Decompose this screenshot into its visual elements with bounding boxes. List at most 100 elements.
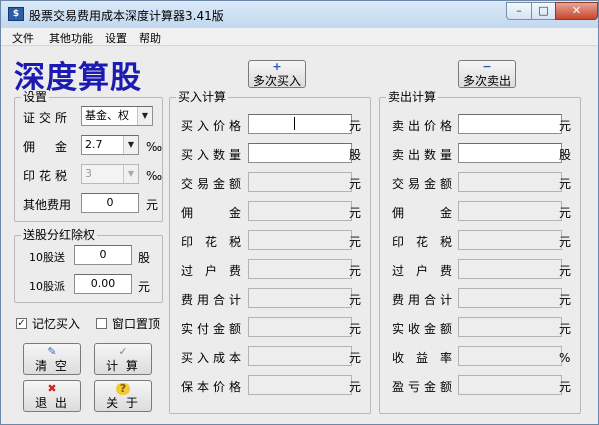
maximize-icon: □	[538, 4, 549, 17]
buy-row-label: 佣金	[181, 206, 241, 220]
buy-row-unit: 元	[349, 235, 362, 249]
sell-row-input	[458, 230, 562, 250]
buy-row-label: 印花税	[181, 235, 241, 249]
exit-button-label: 退 出	[35, 396, 69, 410]
sell-row-label: 过户费	[392, 264, 452, 278]
calculate-button[interactable]: ✓ 计 算	[94, 343, 152, 375]
menu-settings[interactable]: 设置	[105, 30, 127, 46]
buy-row-input	[248, 375, 352, 395]
menu-help[interactable]: 帮助	[139, 30, 161, 46]
sell-row-input	[458, 288, 562, 308]
commission-unit: ‰	[146, 140, 163, 154]
minus-icon: −	[482, 60, 492, 73]
buy-row-unit: 股	[349, 148, 362, 162]
buy-row-input	[248, 317, 352, 337]
buy-calc-title: 买入计算	[176, 90, 229, 104]
cash-dividend-input[interactable]: 0.00	[74, 274, 132, 294]
multi-buy-button-label: 多次买入	[252, 74, 301, 88]
sell-calc-title: 卖出计算	[386, 90, 439, 104]
sell-row-label: 实收金额	[392, 322, 452, 336]
buy-row-input	[248, 259, 352, 279]
window-topmost-checkbox[interactable]	[96, 318, 107, 329]
maximize-button[interactable]: □	[531, 2, 556, 20]
sell-row-label: 印花税	[392, 235, 452, 249]
window-topmost-label[interactable]: 窗口置顶	[112, 317, 160, 331]
cash-dividend-unit: 元	[138, 280, 151, 294]
multi-sell-button-label: 多次卖出	[462, 74, 511, 88]
close-button[interactable]: ✕	[555, 2, 598, 20]
bonus-shares-input[interactable]: 0	[74, 245, 132, 265]
sell-row-unit: 元	[559, 177, 572, 191]
buy-row-label: 费用合计	[181, 293, 241, 307]
minimize-button[interactable]: –	[506, 2, 532, 20]
stamp-duty-unit: ‰	[146, 169, 163, 183]
text-caret	[294, 117, 295, 130]
buy-row-unit: 元	[349, 177, 362, 191]
sell-row-label: 卖出数量	[392, 148, 452, 162]
sell-row-unit: 元	[559, 322, 572, 336]
stamp-duty-select: 3 ▼	[81, 164, 139, 184]
sell-row-label: 费用合计	[392, 293, 452, 307]
buy-row-unit: 元	[349, 119, 362, 133]
sell-row-label: 佣金	[392, 206, 452, 220]
remember-buy-label[interactable]: 记忆买入	[32, 317, 80, 331]
calculate-button-label: 计 算	[106, 359, 140, 373]
other-fees-label: 其他费用	[23, 198, 72, 212]
help-icon: ?	[116, 383, 130, 395]
close-icon: ✕	[571, 4, 582, 17]
about-button[interactable]: ? 关 于	[94, 380, 152, 412]
sell-row-input	[458, 172, 562, 192]
exchange-select-value: 基金、权	[85, 109, 129, 122]
sell-row-input	[458, 346, 562, 366]
buy-row-label: 买入价格	[181, 119, 241, 133]
buy-row-unit: 元	[349, 264, 362, 278]
dividend-group-title: 送股分红除权	[21, 228, 98, 242]
multi-sell-button[interactable]: − 多次卖出	[458, 60, 516, 88]
buy-row-input	[248, 230, 352, 250]
sell-row-unit: 元	[559, 264, 572, 278]
menu-other-functions[interactable]: 其他功能	[49, 30, 93, 46]
sell-row-unit: 元	[559, 119, 572, 133]
buy-row-label: 过户费	[181, 264, 241, 278]
sell-row-input	[458, 259, 562, 279]
clear-button-label: 清 空	[35, 359, 69, 373]
clear-button[interactable]: ✎ 清 空	[23, 343, 81, 375]
menu-bar: 文件 其他功能 设置 帮助	[1, 28, 598, 46]
sell-row-input[interactable]	[458, 114, 562, 134]
exchange-select[interactable]: 基金、权 ▼	[81, 106, 153, 126]
sell-row-input	[458, 201, 562, 221]
remember-buy-checkbox[interactable]: ✓	[16, 318, 27, 329]
exit-button[interactable]: ✖ 退 出	[23, 380, 81, 412]
other-fees-input[interactable]: 0	[81, 193, 139, 213]
chevron-down-icon: ▼	[123, 165, 138, 183]
sell-row-input	[458, 375, 562, 395]
sell-row-input[interactable]	[458, 143, 562, 163]
buy-row-input[interactable]	[248, 143, 352, 163]
plus-icon: +	[272, 60, 282, 73]
commission-select[interactable]: 2.7 ▼	[81, 135, 139, 155]
buy-row-input[interactable]	[248, 114, 352, 134]
sell-row-label: 盈亏金额	[392, 380, 452, 394]
menu-file[interactable]: 文件	[12, 30, 34, 46]
eraser-icon: ✎	[47, 345, 57, 358]
sell-row-label: 交易金额	[392, 177, 452, 191]
chevron-down-icon[interactable]: ▼	[123, 136, 138, 154]
window-title: 股票交易费用成本深度计算器3.41版	[29, 9, 224, 23]
sell-row-unit: 元	[559, 380, 572, 394]
exchange-label: 证交所	[23, 111, 72, 125]
commission-select-value: 2.7	[85, 138, 103, 151]
buy-row-input	[248, 172, 352, 192]
minimize-icon: –	[516, 4, 522, 17]
app-window: $ 股票交易费用成本深度计算器3.41版 – □ ✕ 文件 其他功能 设置 帮助…	[0, 0, 599, 425]
sell-row-unit: 元	[559, 293, 572, 307]
title-bar[interactable]: $ 股票交易费用成本深度计算器3.41版 – □ ✕	[1, 1, 598, 28]
multi-buy-button[interactable]: + 多次买入	[248, 60, 306, 88]
chevron-down-icon[interactable]: ▼	[137, 107, 152, 125]
buy-row-label: 买入数量	[181, 148, 241, 162]
sell-row-unit: 元	[559, 206, 572, 220]
about-button-label: 关 于	[106, 396, 140, 410]
buy-row-input	[248, 201, 352, 221]
buy-row-unit: 元	[349, 293, 362, 307]
app-icon: $	[8, 7, 24, 21]
sell-row-unit: 股	[559, 148, 572, 162]
